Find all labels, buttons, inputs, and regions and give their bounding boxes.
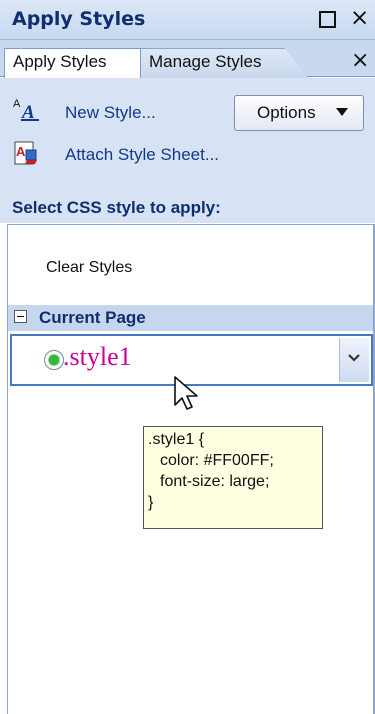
tooltip-line: .style1 { (148, 431, 205, 448)
style-tooltip: .style1 { color: #FF00FF; font-size: lar… (143, 426, 323, 529)
new-style-icon: A A (13, 98, 39, 121)
mouse-pointer-icon (174, 376, 198, 410)
tab-strip: Apply Styles Manage Styles × (0, 40, 375, 78)
tab-close-icon[interactable]: × (351, 48, 369, 74)
apply-styles-panel: Apply Styles × Apply Styles Manage Style… (0, 0, 375, 714)
dropdown-arrow-icon (336, 108, 348, 116)
tooltip-line: color: #FF00FF; (160, 452, 274, 469)
new-style-label: New Style... (65, 103, 156, 122)
attach-style-sheet-icon: A (14, 141, 37, 165)
close-icon[interactable]: × (350, 4, 369, 32)
panel-title-bar: Apply Styles × (0, 0, 375, 40)
svg-text:A: A (13, 98, 21, 110)
options-button[interactable]: Options (234, 95, 364, 131)
current-page-group-header[interactable]: Current Page (8, 305, 375, 331)
select-css-style-label: Select CSS style to apply: (12, 198, 221, 217)
actions-area: A A New Style... Options A Attach Style … (0, 78, 375, 193)
clear-styles-item[interactable]: Clear Styles (46, 259, 132, 277)
collapse-icon[interactable] (14, 310, 27, 323)
panel-title: Apply Styles (12, 8, 146, 30)
tab-manage-styles[interactable]: Manage Styles (140, 48, 308, 78)
options-label: Options (257, 103, 316, 122)
svg-text:A: A (16, 144, 26, 159)
tooltip-line: font-size: large; (160, 473, 270, 490)
style-name: .style1 (63, 342, 132, 371)
tab-apply-styles[interactable]: Apply Styles (4, 48, 141, 78)
current-page-label: Current Page (39, 308, 146, 327)
attach-style-sheet-label: Attach Style Sheet... (65, 145, 220, 164)
tooltip-line: } (148, 494, 154, 511)
svg-text:A: A (21, 102, 35, 121)
maximize-icon[interactable] (319, 11, 336, 28)
style-bullet-icon (44, 350, 64, 370)
style-item-dropdown-button[interactable] (339, 338, 369, 382)
chevron-down-icon (348, 354, 360, 362)
